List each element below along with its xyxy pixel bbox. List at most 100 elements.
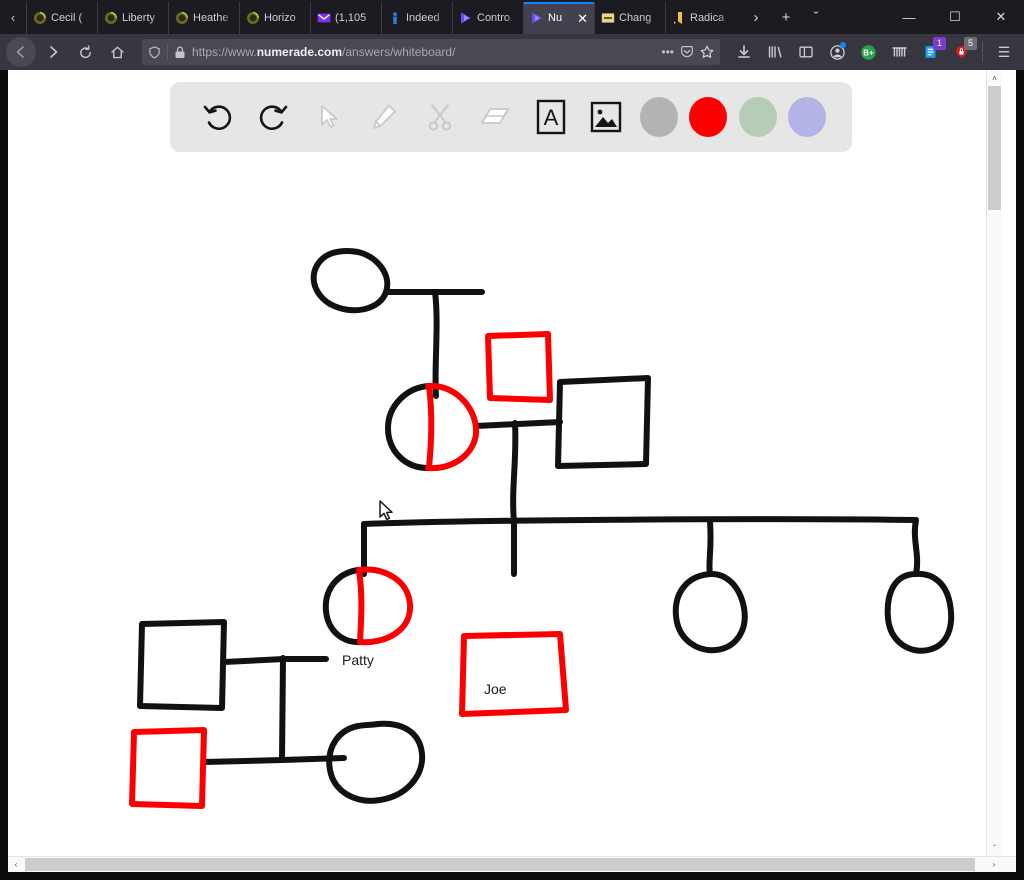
maximize-button[interactable]: ☐ <box>932 0 978 34</box>
browser-tab-active[interactable]: Nu ✕ <box>523 2 594 34</box>
blue-extension-icon[interactable]: 1 <box>916 37 946 66</box>
firefox-icon <box>104 11 118 25</box>
stroke-father-square <box>555 375 651 469</box>
padlock-icon[interactable] <box>174 46 186 59</box>
blue-extension-badge: 1 <box>933 37 946 50</box>
indeed-icon <box>393 12 397 24</box>
bitwarden-extension-icon[interactable]: B+ <box>854 38 882 66</box>
back-button[interactable] <box>6 37 36 67</box>
node-label-patty: Patty <box>342 652 374 668</box>
reload-button[interactable] <box>70 37 100 67</box>
tab-scroll-left-button[interactable]: ‹ <box>0 0 26 34</box>
arrow-left-icon <box>16 46 24 58</box>
firefox-icon <box>33 11 47 25</box>
stroke-patty-circle-left <box>322 567 363 646</box>
browser-tab[interactable]: (1,105 <box>310 2 381 34</box>
browser-tab[interactable]: Indeed <box>381 2 452 34</box>
stroke-lower-square-red <box>129 727 207 809</box>
tab-strip-actions: › + ˇ <box>736 0 830 34</box>
browser-window: ‹ Cecil ( Liberty Heathe Horizo (1,105 Indeed… <box>0 0 1024 880</box>
shield-icon[interactable] <box>148 45 161 59</box>
tab-title: Chang <box>619 12 652 24</box>
tab-title: Cecil ( <box>51 12 83 24</box>
svg-text:B+: B+ <box>863 48 874 57</box>
stroke-mother-circle-midline-red <box>426 383 435 471</box>
url-text[interactable]: https://www.numerade.com/answers/whitebo… <box>192 45 655 59</box>
play-icon <box>532 12 542 24</box>
home-icon <box>110 46 124 58</box>
firefox-icon <box>247 11 260 24</box>
tab-scroll-right-button[interactable]: › <box>742 3 770 31</box>
minimize-button[interactable]: — <box>886 0 932 34</box>
mail-icon <box>317 13 331 23</box>
browser-tab[interactable]: Chang <box>594 2 665 34</box>
play-icon <box>530 11 544 25</box>
tab-strip: ‹ Cecil ( Liberty Heathe Horizo (1,105 Indeed… <box>0 0 1024 34</box>
node-label-joe: Joe <box>484 681 507 697</box>
stroke-connector-lower-couple <box>201 755 347 765</box>
tab-title: Horizo <box>264 12 296 24</box>
comb-extension-icon[interactable] <box>885 38 913 66</box>
tab-title: Nu <box>548 12 563 24</box>
browser-tab[interactable]: Cecil ( <box>26 2 97 34</box>
stroke-drop-to-sibling4 <box>911 517 921 577</box>
forward-button[interactable] <box>38 37 68 67</box>
address-bar[interactable]: https://www.numerade.com/answers/whitebo… <box>142 39 720 65</box>
navigation-toolbar: https://www.numerade.com/answers/whitebo… <box>0 34 1024 70</box>
app-menu-button[interactable]: ☰ <box>990 38 1018 66</box>
tab-title: (1,105 <box>335 12 367 24</box>
vertical-scrollbar[interactable]: ˄ ˇ <box>986 70 1001 856</box>
account-icon[interactable] <box>823 38 851 66</box>
browser-toolbar-icons: B+ 1 5 ☰ <box>730 37 1018 66</box>
stroke-patty-circle-right-red <box>356 566 414 646</box>
stroke-vertical-lower-connector <box>279 655 286 763</box>
stroke-connector-square-to-patty <box>221 656 329 665</box>
stroke-sibship-bar <box>361 516 919 527</box>
tab-title: Contro <box>477 12 511 24</box>
horizontal-scrollbar[interactable]: ‹ › <box>8 856 1016 872</box>
browser-tab[interactable]: Liberty <box>97 2 168 34</box>
bookmark-star-icon[interactable] <box>700 45 714 59</box>
tab-title: Liberty <box>122 12 156 24</box>
stroke-sibling3-circle <box>672 571 748 654</box>
scroll-down-button[interactable]: ˇ <box>987 840 1002 856</box>
firefox-icon <box>176 11 189 24</box>
new-tab-button[interactable]: + <box>772 3 800 31</box>
stroke-drop-to-sibling3 <box>706 519 714 577</box>
browser-tab[interactable]: Horizo <box>239 2 310 34</box>
stroke-patty-circle-midline-red <box>356 567 365 645</box>
sidebar-icon[interactable] <box>792 38 820 66</box>
stroke-descent-line-gen1 <box>432 289 440 399</box>
scroll-left-button[interactable]: ‹ <box>8 857 24 872</box>
horizontal-scrollbar-thumb[interactable] <box>25 858 975 871</box>
close-window-button[interactable]: ✕ <box>978 0 1024 34</box>
tab-title: Heathe <box>193 12 229 24</box>
indeed-icon <box>388 11 402 25</box>
pocket-icon[interactable] <box>680 45 694 59</box>
toolbar-divider <box>982 42 983 62</box>
stroke-grandfather-square-red <box>485 331 553 403</box>
vertical-scrollbar-thumb[interactable] <box>988 86 1001 210</box>
browser-tab[interactable]: Heathe <box>168 2 239 34</box>
genogram-strokes <box>129 248 955 809</box>
library-icon[interactable] <box>761 38 789 66</box>
home-button[interactable] <box>102 37 132 67</box>
page-actions-button[interactable]: ••• <box>661 45 674 59</box>
browser-tab[interactable]: Radica <box>665 2 736 34</box>
tab-title: Radica <box>690 12 725 24</box>
firefox-icon <box>246 11 260 25</box>
tab-close-icon[interactable]: ✕ <box>577 12 588 25</box>
page-viewport: A Patty Joe ˄ ˇ ‹ › <box>8 70 1016 872</box>
firefox-icon <box>175 11 189 25</box>
stroke-lower-square-black <box>137 619 227 711</box>
scroll-right-button[interactable]: › <box>986 857 1002 872</box>
scroll-up-button[interactable]: ˄ <box>987 70 1002 86</box>
stroke-grandmother-circle <box>310 248 391 314</box>
book-icon <box>674 12 682 24</box>
list-all-tabs-button[interactable]: ˇ <box>802 3 830 31</box>
downloads-icon[interactable] <box>730 38 758 66</box>
genogram-drawing-canvas[interactable]: Patty Joe <box>8 70 1001 856</box>
mouse-cursor <box>378 500 396 524</box>
browser-tab[interactable]: Contro <box>452 2 523 34</box>
password-extension-icon[interactable]: 5 <box>947 37 977 66</box>
